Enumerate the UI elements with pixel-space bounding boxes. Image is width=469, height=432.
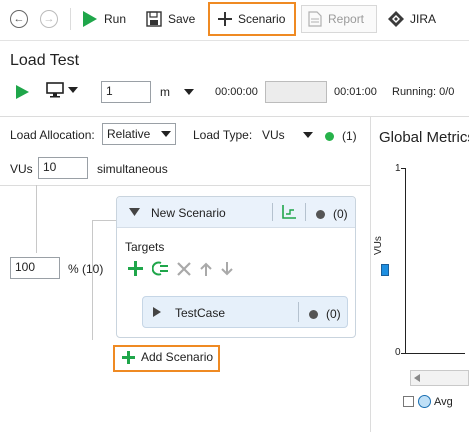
scenario-count: (0)	[333, 207, 348, 221]
add-target-icon[interactable]	[128, 261, 143, 276]
ramp-chart-icon[interactable]	[282, 205, 296, 219]
run-label: Run	[104, 12, 127, 26]
load-allocation-label: Load Allocation:	[10, 128, 95, 142]
chevron-down-icon	[68, 87, 78, 93]
scenario-status: (0)	[316, 207, 348, 221]
targets-toolbar	[128, 261, 233, 276]
vus-label: VUs	[10, 162, 33, 176]
save-icon	[146, 11, 162, 27]
chevron-down-icon	[302, 132, 313, 138]
testcase-name[interactable]: TestCase	[175, 306, 225, 320]
load-status: (1)	[325, 129, 357, 143]
jira-label: JIRA	[410, 12, 437, 26]
scenario-percent-suffix: % (10)	[68, 262, 104, 276]
y-max-label: 1	[395, 163, 401, 174]
avg-checkbox[interactable]	[403, 396, 414, 407]
load-allocation-select[interactable]: Relative	[102, 123, 176, 145]
panel-divider	[370, 117, 371, 432]
metrics-title: Global Metrics	[379, 129, 469, 146]
jira-icon	[388, 11, 404, 27]
duration-input[interactable]: 1	[101, 81, 151, 103]
save-label: Save	[168, 12, 196, 26]
chevron-down-icon	[161, 131, 171, 137]
y-min-label: 0	[395, 347, 401, 358]
report-icon	[308, 11, 322, 27]
status-count: (1)	[342, 129, 357, 143]
header-separator	[272, 203, 273, 221]
chevron-down-icon	[184, 89, 194, 95]
x-axis	[401, 353, 465, 354]
save-button[interactable]: Save	[146, 5, 195, 33]
delete-icon[interactable]	[177, 261, 191, 276]
load-allocation-value: Relative	[107, 127, 151, 141]
page-title: Load Test	[10, 52, 80, 69]
testcase-status: (0)	[309, 307, 341, 321]
report-button[interactable]: Report	[301, 5, 377, 33]
vus-legend-swatch	[381, 264, 389, 276]
vus-input[interactable]: 10	[38, 157, 88, 179]
toolbar-separator	[70, 8, 71, 30]
status-dot-icon	[316, 209, 325, 219]
tree-connector	[36, 185, 37, 253]
expand-arrow-icon[interactable]	[153, 307, 161, 317]
scenario-percent-input[interactable]: 100	[10, 257, 60, 279]
add-from-library-icon[interactable]	[152, 261, 168, 276]
elapsed-time: 00:00:00	[215, 86, 258, 98]
status-dot-icon	[325, 131, 334, 141]
scenario-button-highlight	[208, 2, 296, 36]
avg-label: Avg	[434, 396, 453, 408]
start-test-icon[interactable]	[14, 84, 30, 100]
play-icon	[83, 11, 97, 27]
monitor-icon	[46, 82, 64, 98]
scroll-left-icon[interactable]	[414, 374, 420, 382]
status-dot-icon	[309, 309, 318, 319]
duration-unit-select[interactable]: m	[160, 85, 194, 99]
toolbar: ← → Run Save Scenario Report JIRA	[0, 0, 469, 41]
progress-bar	[265, 81, 327, 103]
duration-unit-value: m	[160, 85, 170, 99]
back-icon[interactable]: ←	[10, 10, 28, 28]
simultaneous-label: simultaneous	[97, 162, 168, 176]
move-down-icon[interactable]	[221, 261, 233, 276]
y-axis-label: VUs	[373, 236, 384, 255]
scenario-name[interactable]: New Scenario	[151, 206, 226, 220]
testcase-count: (0)	[326, 307, 341, 321]
forward-icon[interactable]: →	[40, 10, 58, 28]
load-type-value: VUs	[262, 128, 285, 142]
add-scenario-highlight	[113, 345, 220, 372]
targets-label: Targets	[125, 240, 165, 254]
jira-button[interactable]: JIRA	[388, 5, 436, 33]
divider	[0, 116, 469, 117]
y-tick	[401, 168, 405, 169]
avg-legend-marker	[418, 395, 431, 408]
move-up-icon[interactable]	[200, 262, 212, 276]
y-axis	[405, 168, 406, 354]
total-time: 00:01:00	[334, 86, 377, 98]
run-button[interactable]: Run	[80, 5, 126, 33]
machine-selector[interactable]	[46, 82, 78, 98]
report-label: Report	[328, 12, 365, 26]
tree-connector	[92, 220, 93, 340]
load-type-select[interactable]: VUs	[262, 128, 313, 142]
row-separator	[298, 302, 299, 322]
divider	[0, 185, 370, 186]
load-type-label: Load Type:	[193, 128, 253, 142]
collapse-arrow-icon[interactable]	[129, 208, 140, 217]
header-separator	[305, 203, 306, 221]
tree-connector	[92, 220, 116, 221]
running-status: Running: 0/0	[392, 86, 455, 98]
